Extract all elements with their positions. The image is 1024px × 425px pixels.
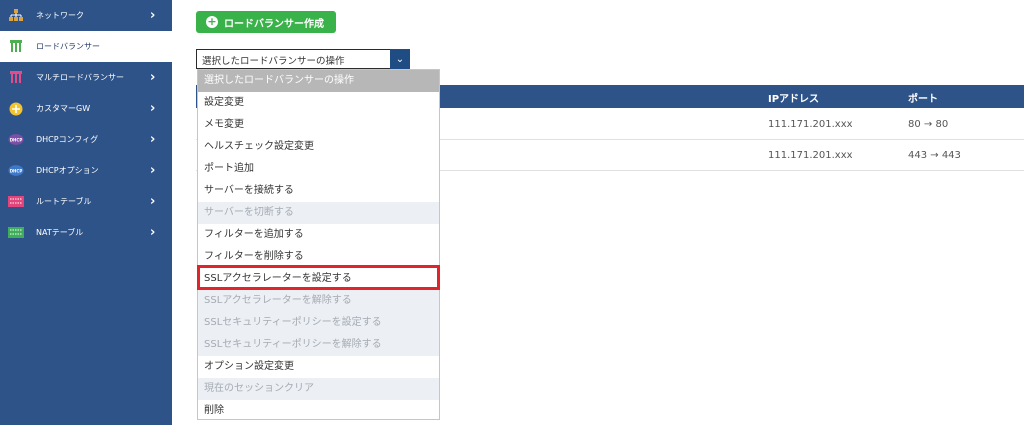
dropdown-option-placeholder[interactable]: 選択したロードバランサーの操作: [198, 70, 439, 92]
chevron-right-icon: ›: [150, 8, 156, 23]
dropdown-option-disconnect-server: サーバーを切断する: [198, 202, 439, 224]
sidebar-item-dhcp-config[interactable]: DHCP DHCPコンフィグ ›: [0, 124, 172, 155]
dropdown-option-remove-ssl-policy: SSLセキュリティーポリシーを解除する: [198, 334, 439, 356]
chevron-right-icon: ›: [150, 70, 156, 85]
cell-port: 443 → 443: [908, 150, 961, 161]
sidebar-item-label: ネットワーク: [36, 11, 84, 20]
network-icon: [8, 9, 24, 22]
sidebar-item-label: ロードバランサー: [36, 42, 100, 51]
sidebar-item-label: ルートテーブル: [36, 197, 92, 206]
sidebar-item-label: DHCPコンフィグ: [36, 135, 99, 144]
chevron-right-icon: ›: [150, 101, 156, 116]
create-button-label: ロードバランサー作成: [224, 18, 324, 30]
multi-load-balancer-icon: [8, 71, 24, 84]
dropdown-option-set-ssl-policy: SSLセキュリティーポリシーを設定する: [198, 312, 439, 334]
sidebar: ネットワーク › ロードバランサー マルチロードバランサー › カスタマーGW …: [0, 0, 172, 425]
chevron-right-icon: ›: [150, 194, 156, 209]
sidebar-item-nat-table[interactable]: NATテーブル ›: [0, 217, 172, 248]
chevron-down-icon[interactable]: ⌄: [390, 49, 410, 69]
dropdown-option-clear-session: 現在のセッションクリア: [198, 378, 439, 400]
dropdown-option-set-ssl-accelerator[interactable]: SSLアクセラレーターを設定する: [198, 268, 439, 290]
sidebar-item-customer-gw[interactable]: カスタマーGW ›: [0, 93, 172, 124]
sidebar-item-multi-load-balancer[interactable]: マルチロードバランサー ›: [0, 62, 172, 93]
dropdown-option-edit-settings[interactable]: 設定変更: [198, 92, 439, 114]
nat-table-icon: [8, 226, 24, 239]
dropdown-option-option-settings[interactable]: オプション設定変更: [198, 356, 439, 378]
customer-gw-icon: [8, 102, 24, 115]
dhcp-icon: DHCP: [8, 164, 24, 177]
cell-ip: 111.171.201.xxx: [768, 150, 853, 161]
route-table-icon: [8, 195, 24, 208]
cell-ip: 111.171.201.xxx: [768, 119, 853, 130]
column-header-port: ポート: [908, 94, 938, 105]
dropdown-option-edit-memo[interactable]: メモ変更: [198, 114, 439, 136]
action-select[interactable]: 選択したロードバランサーの操作 ⌄: [196, 49, 410, 69]
load-balancer-icon: [8, 40, 24, 53]
dropdown-option-add-port[interactable]: ポート追加: [198, 158, 439, 180]
dropdown-option-delete[interactable]: 削除: [198, 400, 439, 422]
sidebar-item-dhcp-option[interactable]: DHCP DHCPオプション ›: [0, 155, 172, 186]
dropdown-option-add-filter[interactable]: フィルターを追加する: [198, 224, 439, 246]
sidebar-item-network[interactable]: ネットワーク ›: [0, 0, 172, 31]
dropdown-option-health-check[interactable]: ヘルスチェック設定変更: [198, 136, 439, 158]
action-select-value: 選択したロードバランサーの操作: [202, 56, 345, 67]
sidebar-item-load-balancer[interactable]: ロードバランサー: [0, 31, 172, 62]
sidebar-item-label: マルチロードバランサー: [36, 73, 124, 82]
action-dropdown-menu: 選択したロードバランサーの操作 設定変更 メモ変更 ヘルスチェック設定変更 ポー…: [197, 69, 440, 420]
chevron-right-icon: ›: [150, 163, 156, 178]
plus-icon: +: [206, 15, 218, 28]
cell-port: 80 → 80: [908, 119, 949, 130]
svg-text:DHCP: DHCP: [10, 137, 23, 142]
dropdown-option-connect-server[interactable]: サーバーを接続する: [198, 180, 439, 202]
sidebar-item-route-table[interactable]: ルートテーブル ›: [0, 186, 172, 217]
sidebar-item-label: カスタマーGW: [36, 104, 91, 113]
svg-text:DHCP: DHCP: [10, 168, 23, 173]
dropdown-option-remove-filter[interactable]: フィルターを削除する: [198, 246, 439, 268]
sidebar-item-label: DHCPオプション: [36, 166, 99, 175]
sidebar-item-label: NATテーブル: [36, 228, 84, 237]
dropdown-option-remove-ssl-accelerator: SSLアクセラレーターを解除する: [198, 290, 439, 312]
column-header-ip: IPアドレス: [768, 94, 820, 105]
create-load-balancer-button[interactable]: + ロードバランサー作成: [196, 11, 336, 33]
chevron-right-icon: ›: [150, 225, 156, 240]
chevron-right-icon: ›: [150, 132, 156, 147]
dhcp-icon: DHCP: [8, 133, 24, 146]
